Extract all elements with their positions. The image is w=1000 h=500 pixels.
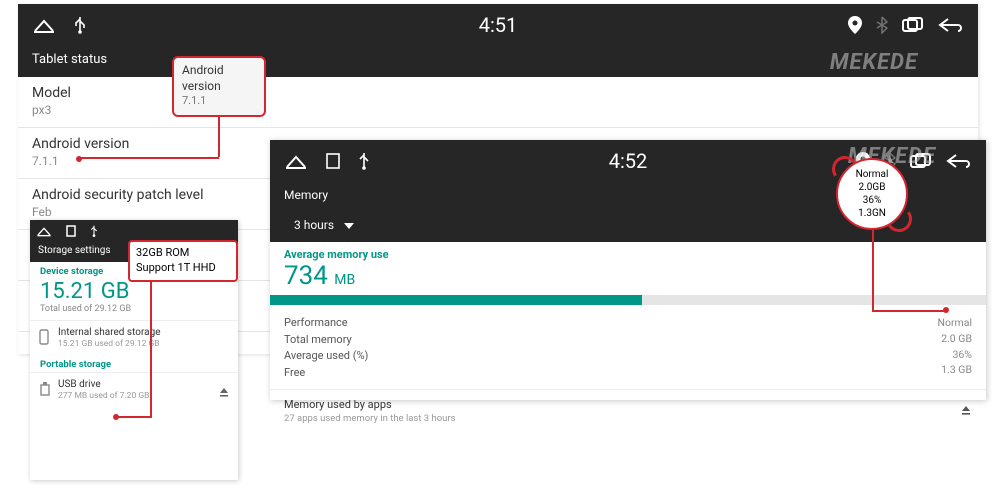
location-icon — [848, 16, 862, 34]
callout-android-version: Android version 7.1.1 — [172, 56, 266, 117]
callout-line — [872, 310, 944, 312]
l3: 36% — [863, 194, 882, 207]
clock: 4:52 — [609, 149, 648, 173]
back-icon[interactable] — [946, 153, 972, 169]
num: 734 — [284, 261, 328, 291]
stat-name: Performance — [284, 315, 368, 332]
storage-total: Total used of 29.12 GB — [30, 304, 238, 320]
screenshot-icon — [326, 153, 340, 169]
label: USB drive — [58, 379, 228, 390]
callout-memory: Normal 2.0GB 36% 1.3GN — [836, 158, 908, 230]
callout-line — [150, 278, 152, 418]
usb-icon — [90, 225, 98, 237]
callout-dot — [943, 307, 949, 313]
sub: 27 apps used memory in the last 3 hours — [284, 413, 456, 424]
stat-val: Normal — [937, 315, 972, 331]
memory-bar — [270, 295, 986, 305]
l4: 1.3GN — [858, 207, 886, 220]
recents-icon[interactable] — [902, 17, 924, 33]
avg-memory-value: 734 MB — [270, 261, 986, 295]
usb-icon — [74, 16, 86, 34]
memory-by-apps[interactable]: Memory used by apps 27 apps used memory … — [270, 390, 986, 432]
title: Memory used by apps — [284, 398, 392, 411]
tablet-status-header: Tablet status — [18, 46, 978, 77]
back-icon[interactable] — [938, 17, 964, 33]
eject-icon[interactable] — [218, 383, 230, 402]
bluetooth-icon — [876, 16, 888, 34]
callout-title: Android version — [182, 62, 256, 94]
label: Internal shared storage — [58, 327, 228, 338]
unit: MB — [334, 272, 355, 288]
status-bar-mini — [30, 220, 238, 242]
l2: 2.0GB — [859, 181, 886, 194]
usb-icon — [358, 152, 370, 170]
usb-drive-icon — [39, 381, 51, 400]
expand-icon — [960, 404, 972, 419]
callout-line — [872, 230, 874, 312]
l1: Normal — [856, 168, 889, 181]
callout-sub: 7.1.1 — [182, 94, 256, 109]
home-icon[interactable] — [32, 16, 56, 34]
screenshot-icon — [66, 225, 76, 237]
memory-stats: Performance Total memory Average used (%… — [270, 311, 986, 390]
clock: 4:51 — [479, 13, 518, 37]
stat-val: 36% — [937, 347, 972, 363]
home-icon[interactable] — [284, 152, 308, 170]
stat-val: 2.0 GB — [937, 331, 972, 347]
callout-line — [117, 416, 151, 418]
stat-val: 1.3 GB — [937, 362, 972, 378]
stat-name: Free — [284, 365, 368, 382]
sub: 277 MB used of 7.20 GB — [58, 391, 228, 401]
portable-storage-label: Portable storage — [30, 355, 238, 372]
row-model[interactable]: Modelpx3 — [18, 77, 978, 128]
callout-dot — [113, 414, 119, 420]
picker-value: 3 hours — [294, 218, 334, 232]
usb-drive-item[interactable]: USB drive 277 MB used of 7.20 GB — [30, 372, 238, 407]
stat-name: Average used (%) — [284, 348, 368, 365]
internal-storage-item[interactable]: Internal shared storage 15.21 GB used of… — [30, 320, 238, 355]
callout-dot — [76, 156, 82, 162]
memory-bar-fill — [270, 295, 642, 305]
dropdown-icon — [344, 218, 354, 232]
status-bar: 4:51 — [18, 4, 978, 46]
home-icon[interactable] — [36, 225, 52, 237]
line1: 32GB ROM — [136, 246, 230, 261]
line2: Support 1T HHD — [136, 261, 230, 276]
phone-icon — [39, 329, 49, 349]
storage-used: 15.21 GB — [30, 279, 238, 304]
callout-line — [79, 157, 219, 159]
recents-icon[interactable] — [910, 153, 932, 169]
sub: 15.21 GB used of 29.12 GB — [58, 339, 228, 349]
avg-memory-label: Average memory use — [270, 242, 986, 261]
callout-rom: 32GB ROM Support 1T HHD — [128, 240, 238, 282]
stat-name: Total memory — [284, 332, 368, 349]
